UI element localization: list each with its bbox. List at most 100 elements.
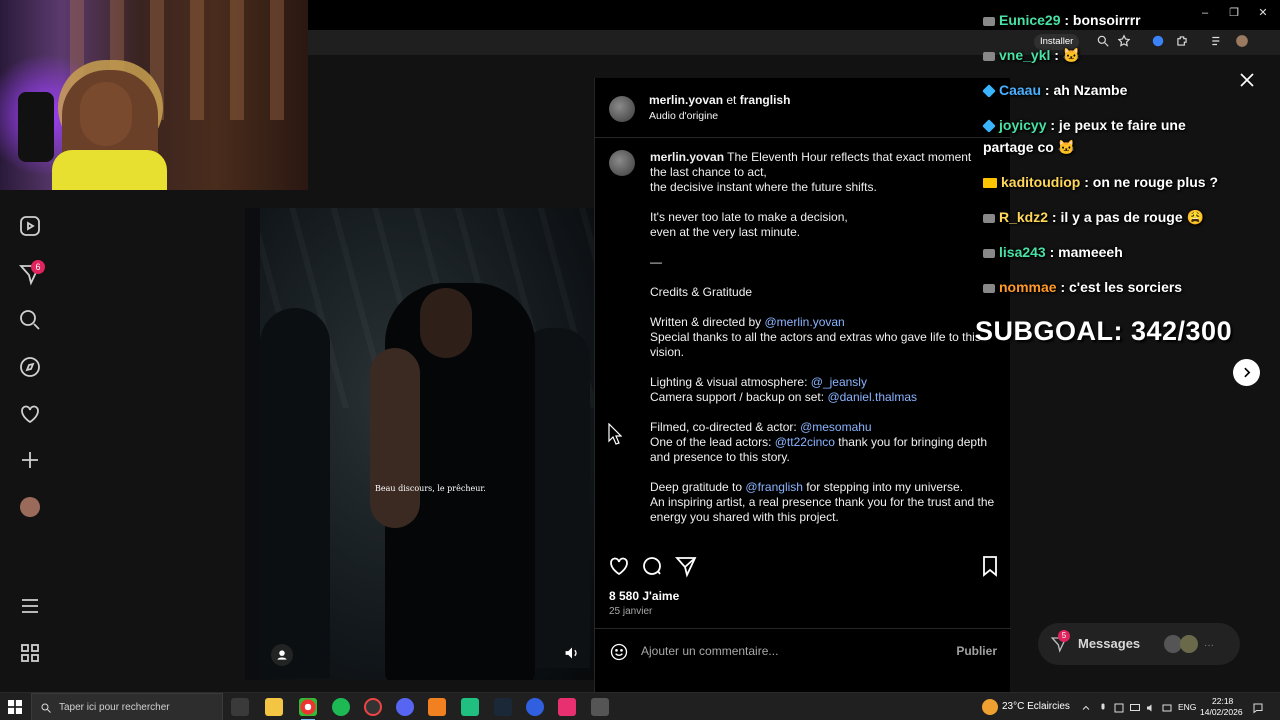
notification-center-icon[interactable]: [1252, 701, 1264, 714]
clock-time[interactable]: 22:18: [1212, 696, 1233, 706]
emoji-icon[interactable]: [609, 642, 629, 662]
chat-text: : je peux te faire une: [1046, 117, 1186, 133]
coauthor-connector: et: [726, 93, 737, 107]
apps-grid-icon[interactable]: [18, 641, 42, 665]
caption-line: Deep gratitude to @franglish for steppin…: [650, 480, 980, 495]
maximize-icon[interactable]: ❐: [1227, 6, 1241, 20]
clock-date[interactable]: 14/02/2026: [1200, 707, 1243, 717]
chrome-icon[interactable]: [299, 698, 317, 720]
caption-line: Special thanks to all the actors and ext…: [650, 330, 981, 345]
file-explorer-icon[interactable]: [265, 698, 283, 716]
app-icon[interactable]: [461, 698, 479, 716]
chat-text: : il y a pas de rouge: [1048, 209, 1187, 225]
messages-widget[interactable]: 5 Messages ···: [1038, 623, 1240, 665]
comment-input[interactable]: Ajouter un commentaire...: [641, 644, 778, 658]
settings-gear-icon[interactable]: [591, 698, 609, 716]
mention-link[interactable]: @daniel.thalmas: [827, 390, 917, 404]
discord-icon[interactable]: [396, 698, 414, 716]
chat-badge-icon: [982, 119, 996, 134]
tagged-people-icon[interactable]: [271, 644, 293, 666]
mention-link[interactable]: @franglish: [745, 480, 803, 494]
author-primary-link[interactable]: merlin.yovan: [649, 93, 723, 107]
puzzle-icon[interactable]: [1175, 34, 1189, 48]
microphone-icon[interactable]: [1097, 701, 1109, 713]
next-post-button[interactable]: [1233, 359, 1260, 386]
zoom-icon[interactable]: [1096, 34, 1110, 48]
messages-badge: 5: [1058, 630, 1070, 642]
tray-app-icon[interactable]: [1161, 701, 1173, 713]
caption-text: the last chance to act,: [650, 165, 767, 179]
caption-text: Written & directed by: [650, 315, 765, 329]
messages-label: Messages: [1078, 636, 1141, 651]
profile-avatar-icon[interactable]: [1235, 34, 1249, 48]
app-icon[interactable]: [558, 698, 576, 716]
volume-icon[interactable]: [1145, 701, 1157, 713]
caption-line: It's never too late to make a decision,: [650, 210, 980, 225]
mention-link[interactable]: @merlin.yovan: [765, 315, 845, 329]
create-plus-icon[interactable]: [18, 448, 42, 472]
taskbar-search[interactable]: Taper ici pour rechercher: [31, 693, 223, 720]
chat-badge-icon: [982, 84, 996, 99]
chat-username: vne_ykl: [999, 47, 1051, 63]
extension-icon[interactable]: [1151, 34, 1165, 48]
tray-chevron-icon[interactable]: [1080, 701, 1092, 713]
audio-link[interactable]: Audio d'origine: [649, 110, 718, 122]
caption-username-link[interactable]: merlin.yovan: [650, 150, 724, 164]
app-icon[interactable]: [526, 698, 544, 716]
spotify-icon[interactable]: [332, 698, 350, 716]
input-language[interactable]: ENG: [1178, 702, 1196, 712]
likes-count[interactable]: 8 580 J'aime: [609, 589, 679, 603]
caption-text: An inspiring artist, a real presence tha…: [650, 495, 995, 509]
obs-icon[interactable]: [364, 698, 382, 716]
chat-message: Caaau : ah Nzambe: [982, 82, 1127, 99]
playlist-icon[interactable]: [1210, 34, 1224, 48]
caption-line: An inspiring artist, a real presence tha…: [650, 495, 994, 510]
author-avatar[interactable]: [609, 96, 635, 122]
chat-text: : bonsoirrrr: [1060, 12, 1141, 28]
chat-emote-icon: 🐱: [1062, 47, 1081, 63]
search-icon[interactable]: [18, 308, 42, 332]
windows-start-icon[interactable]: [8, 700, 22, 714]
sound-icon[interactable]: [561, 642, 583, 664]
caption-text: vision.: [650, 345, 685, 359]
bookmark-star-icon[interactable]: [1117, 34, 1131, 48]
chat-text: :: [1050, 47, 1063, 63]
explore-compass-icon[interactable]: [18, 355, 42, 379]
caption-line: even at the very last minute.: [650, 225, 980, 240]
comment-icon[interactable]: [640, 554, 664, 578]
author-secondary-link[interactable]: franglish: [740, 93, 791, 107]
share-icon[interactable]: [674, 554, 698, 578]
app-icon[interactable]: [428, 698, 446, 716]
weather-icon: [982, 699, 998, 715]
chat-text: : c'est les sorciers: [1056, 279, 1183, 295]
notifications-heart-icon[interactable]: [18, 402, 42, 426]
weather-text[interactable]: 23°C Eclaircies: [1002, 701, 1070, 712]
close-icon[interactable]: [1238, 71, 1256, 89]
mention-link[interactable]: @_jeansly: [811, 375, 867, 389]
publish-button[interactable]: Publier: [956, 644, 997, 658]
post-authors: merlin.yovan et franglish: [649, 93, 790, 107]
caption-text: Special thanks to all the actors and ext…: [650, 330, 981, 344]
tray-app-icon[interactable]: [1113, 701, 1125, 713]
reels-icon[interactable]: [18, 214, 42, 238]
like-heart-icon[interactable]: [607, 554, 631, 578]
more-menu-icon[interactable]: [18, 594, 42, 618]
more-dots-icon: ···: [1204, 640, 1214, 651]
post-video[interactable]: Beau discours, le prêcheur.: [245, 208, 594, 680]
window-close-icon[interactable]: ✕: [1256, 6, 1270, 20]
save-bookmark-icon[interactable]: [978, 554, 1002, 578]
mention-link[interactable]: @tt22cinco: [775, 435, 835, 449]
caption-text: The Eleventh Hour reflects that exact mo…: [724, 150, 972, 164]
task-view-icon[interactable]: [231, 698, 249, 716]
caption-text: and presence to this story.: [650, 450, 790, 464]
caption-line: Written & directed by @merlin.yovan: [650, 315, 980, 330]
search-icon: [40, 701, 52, 719]
chat-badge-icon: [983, 16, 995, 26]
profile-avatar-icon[interactable]: [18, 495, 42, 519]
minimize-icon[interactable]: –: [1198, 6, 1212, 20]
caption-line: Lighting & visual atmosphere: @_jeansly: [650, 375, 980, 390]
network-icon[interactable]: [1129, 701, 1141, 713]
mention-link[interactable]: @mesomahu: [800, 420, 872, 434]
caption-author-avatar[interactable]: [609, 150, 635, 176]
steam-icon[interactable]: [494, 698, 512, 716]
